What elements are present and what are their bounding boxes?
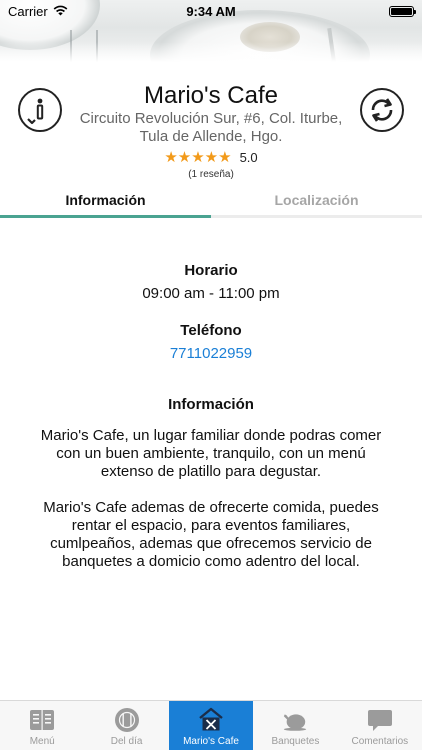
tabbar-item-banquetes[interactable]: Banquetes	[253, 701, 337, 750]
carrier-label: Carrier	[8, 3, 48, 19]
tabbar-item-menu[interactable]: Menú	[0, 701, 84, 750]
description-title: Información	[168, 396, 254, 413]
status-bar: Carrier 9:34 AM	[0, 0, 422, 22]
tabbar-label-menu: Menú	[29, 736, 55, 747]
tabbar-label-comentarios: Comentarios	[351, 736, 409, 747]
wifi-icon	[53, 4, 68, 19]
chicken-icon	[282, 707, 308, 733]
hours-value: 09:00 am - 11:00 pm	[142, 285, 280, 302]
review-count[interactable]: (1 reseña)	[0, 169, 422, 180]
star-rating-icon: ★★★★★	[164, 149, 232, 166]
battery-icon	[389, 5, 416, 17]
hours-title: Horario	[184, 262, 238, 279]
refresh-button[interactable]	[360, 88, 404, 132]
restaurant-address: Circuito Revolución Sur, #6, Col. Iturbe…	[79, 110, 343, 145]
tab-active-indicator	[0, 215, 211, 218]
tabbar-label-del-dia: Del día	[110, 736, 143, 747]
tabbar-label-marios-cafe: Mario's Cafe	[183, 736, 239, 747]
rating-row: ★★★★★ 5.0	[0, 148, 422, 166]
phone-link[interactable]: 7711022959	[170, 345, 252, 362]
info-button[interactable]	[18, 88, 62, 132]
plate-icon	[114, 707, 140, 733]
restaurant-name: Mario's Cafe	[144, 82, 278, 109]
restaurant-header: Mario's Cafe Circuito Revolución Sur, #6…	[0, 80, 422, 184]
info-bubble-icon	[23, 93, 57, 127]
phone-section: Teléfono 7711022959	[30, 322, 392, 363]
bottom-tab-bar: Menú Del día Mario's Cafe Banquetes Come…	[0, 700, 422, 750]
phone-title: Teléfono	[180, 322, 242, 339]
rating-value: 5.0	[239, 149, 258, 165]
description-paragraph-1: Mario's Cafe, un lugar familiar donde po…	[40, 427, 382, 480]
description-section: Información Mario's Cafe, un lugar famil…	[30, 396, 392, 571]
tabbar-label-banquetes: Banquetes	[271, 736, 320, 747]
tabbar-item-marios-cafe[interactable]: Mario's Cafe	[168, 701, 254, 750]
refresh-icon	[367, 95, 397, 125]
description-paragraph-2: Mario's Cafe ademas de ofrecerte comida,…	[43, 499, 379, 570]
hours-section: Horario 09:00 am - 11:00 pm	[30, 262, 392, 302]
tabbar-item-del-dia[interactable]: Del día	[84, 701, 168, 750]
menu-book-icon	[29, 707, 55, 733]
carrier-info: Carrier	[8, 4, 68, 19]
tab-indicator-track	[0, 215, 422, 218]
chat-bubble-icon	[367, 707, 393, 733]
tabbar-item-comentarios[interactable]: Comentarios	[338, 701, 422, 750]
restaurant-home-icon	[198, 707, 224, 733]
